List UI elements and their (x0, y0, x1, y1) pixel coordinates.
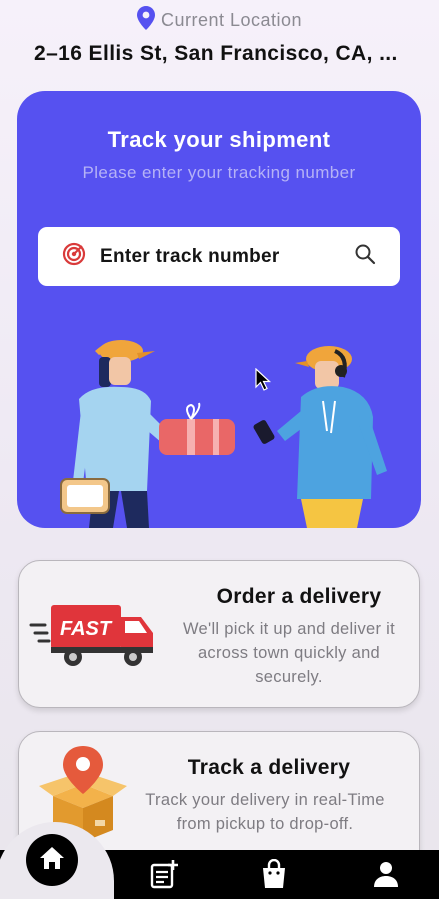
shopping-tab[interactable] (258, 858, 290, 894)
profile-tab[interactable] (370, 860, 402, 892)
customer-figure (253, 346, 387, 528)
radar-target-icon (62, 242, 86, 271)
track-number-placeholder: Enter track number (100, 245, 280, 267)
fast-truck-icon: FAST (29, 605, 153, 666)
track-delivery-title: Track a delivery (187, 756, 351, 779)
mouse-cursor-icon (255, 368, 271, 391)
gift-package (159, 402, 235, 455)
home-icon (38, 845, 66, 876)
track-delivery-description: Track your delivery in real-Time from pi… (145, 791, 385, 833)
search-icon[interactable] (354, 243, 376, 270)
order-delivery-description: We'll pick it up and deliver it across t… (182, 620, 396, 686)
profile-icon (372, 860, 400, 893)
order-delivery-title: Order a delivery (216, 585, 382, 608)
order-add-icon (149, 859, 179, 894)
track-number-input[interactable]: Enter track number (38, 227, 400, 286)
current-location-row[interactable]: Current Location (0, 6, 439, 35)
location-label: Current Location (160, 10, 303, 30)
delivery-handoff-illustration (60, 340, 387, 528)
hero-title: Track your shipment (107, 127, 331, 152)
order-add-tab[interactable] (148, 859, 180, 894)
fast-badge: FAST (60, 618, 113, 640)
order-delivery-card[interactable]: FAST Order a delivery We'll pick it up a… (18, 560, 420, 708)
home-tab-button[interactable] (26, 834, 78, 886)
current-address[interactable]: 2–16 Ellis St, San Francisco, CA, ... (34, 42, 424, 66)
shopping-bag-icon (260, 858, 288, 894)
hero-subtitle: Please enter your tracking number (82, 163, 356, 182)
location-pin-icon (136, 6, 155, 35)
track-shipment-card: Track your shipment Please enter your tr… (17, 91, 421, 528)
